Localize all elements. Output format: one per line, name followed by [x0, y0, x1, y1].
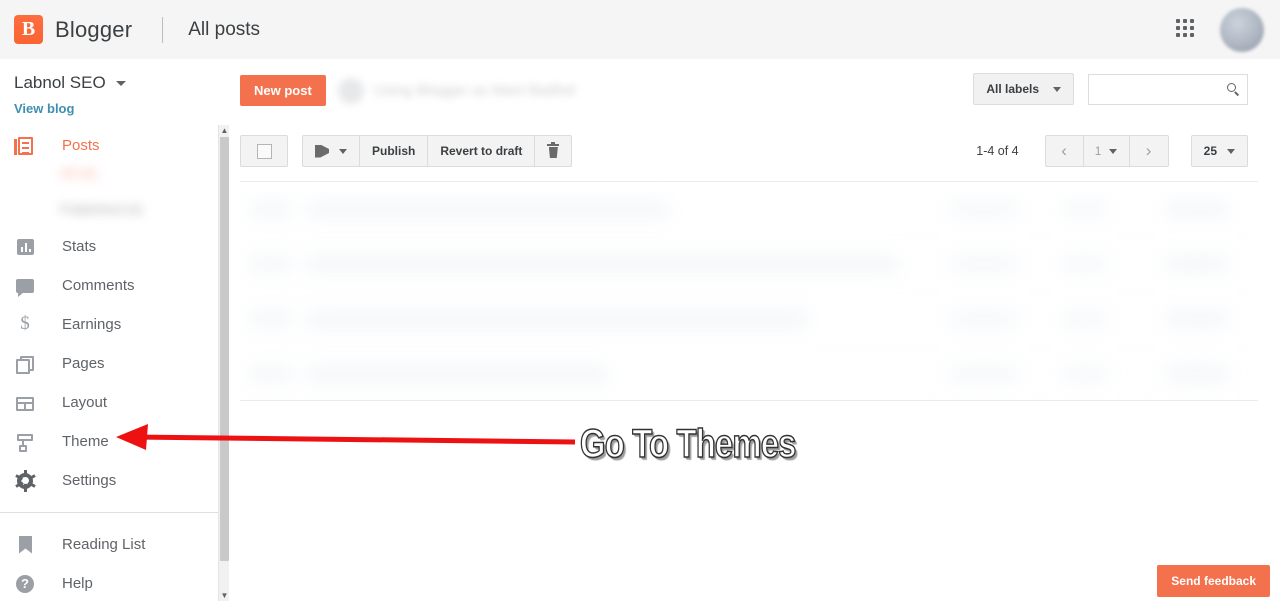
sidebar-item-settings[interactable]: Settings	[0, 461, 218, 500]
settings-icon	[14, 469, 36, 492]
sidebar-item-layout[interactable]: Layout	[0, 383, 218, 422]
brand-name-label: Blogger	[55, 16, 133, 42]
sidebar-item-stats[interactable]: Stats	[0, 227, 218, 266]
sidebar-item-help[interactable]: ? Help	[0, 564, 218, 601]
table-row[interactable]	[240, 347, 1258, 400]
checkbox-icon	[256, 143, 272, 159]
label-dropdown-button[interactable]	[303, 136, 360, 166]
primary-toolbar: New post Using Blogger as Mani Badhel	[240, 75, 576, 106]
sidebar-item-label: Help	[62, 575, 93, 592]
annotation-text: Go To Themes	[579, 422, 797, 466]
per-page-dropdown[interactable]: 25	[1190, 135, 1248, 167]
avatar	[337, 77, 364, 104]
search-input[interactable]	[1089, 81, 1280, 97]
next-page-button[interactable]: ›	[1130, 136, 1168, 166]
pages-icon	[14, 353, 36, 375]
sidebar-item-reading-list[interactable]: Reading List	[0, 525, 218, 564]
previous-page-button[interactable]: ‹	[1046, 136, 1084, 166]
delete-button[interactable]	[535, 136, 571, 166]
sidebar-item-pages[interactable]: Pages	[0, 344, 218, 383]
all-labels-dropdown[interactable]: All labels	[973, 73, 1074, 105]
labels-and-search-group: All labels	[973, 73, 1280, 105]
posts-table-blurred-content	[240, 182, 1258, 400]
sidebar-divider	[0, 512, 218, 513]
apps-grid-icon[interactable]	[1176, 18, 1198, 41]
page-title: All posts	[188, 18, 261, 40]
stats-icon	[14, 236, 36, 258]
sidebar-item-label: Theme	[62, 433, 109, 450]
submenu-item-published[interactable]: Published (4)	[60, 201, 200, 217]
sidebar-item-posts[interactable]: Posts	[0, 126, 218, 165]
pager: ‹ 1 ›	[1044, 135, 1169, 167]
left-sidebar: Labnol SEO View blog Posts All (4) Publi…	[0, 59, 218, 601]
scroll-up-arrow-icon[interactable]: ▲	[219, 125, 230, 136]
scroll-down-arrow-icon[interactable]: ▼	[219, 590, 230, 601]
pagination-group: 1-4 of 4 ‹ 1 › 25	[976, 135, 1248, 167]
layout-icon	[14, 392, 36, 414]
view-blog-link[interactable]: View blog	[14, 101, 218, 116]
per-page-label: 25	[1203, 144, 1217, 158]
table-row[interactable]	[240, 292, 1258, 347]
table-row[interactable]	[240, 182, 1258, 237]
help-icon: ?	[14, 573, 36, 595]
theme-icon	[14, 431, 36, 453]
publish-button[interactable]: Publish	[360, 136, 429, 166]
sidebar-item-label: Earnings	[62, 316, 122, 333]
blogger-app-window: B Blogger All posts Labnol SEO View blog…	[0, 0, 1280, 601]
blog-selector[interactable]: Labnol SEO	[14, 73, 218, 93]
sidebar-item-label: Posts	[62, 137, 100, 154]
header-divider	[162, 16, 164, 43]
sidebar-item-theme[interactable]: Theme	[0, 422, 218, 461]
blogger-brand[interactable]: B Blogger	[14, 15, 132, 44]
header-right-group	[1176, 7, 1264, 52]
chevron-down-icon	[1109, 148, 1118, 154]
comments-icon	[14, 275, 36, 297]
sidebar-item-label: Reading List	[62, 536, 146, 553]
scrollbar-thumb[interactable]	[220, 137, 229, 561]
new-post-button[interactable]: New post	[240, 75, 326, 106]
search-box[interactable]	[1088, 73, 1280, 105]
bulk-actions-group: Publish Revert to draft	[240, 135, 573, 167]
chevron-down-icon	[115, 80, 126, 86]
sidebar-item-comments[interactable]: Comments	[0, 266, 218, 305]
send-feedback-button[interactable]: Send feedback	[1157, 565, 1270, 597]
bookmark-icon	[14, 534, 36, 556]
main-content: New post Using Blogger as Mani Badhel Al…	[230, 59, 1280, 601]
result-count-label: 1-4 of 4	[976, 144, 1019, 158]
blurred-account-banner: Using Blogger as Mani Badhel	[337, 77, 576, 104]
table-row[interactable]	[240, 237, 1258, 292]
select-all-checkbox[interactable]	[240, 135, 288, 167]
sidebar-item-label: Pages	[62, 355, 105, 372]
trash-icon	[547, 142, 560, 158]
sidebar-item-earnings[interactable]: $ Earnings	[0, 305, 218, 344]
page-number-dropdown[interactable]: 1	[1084, 136, 1130, 166]
user-avatar[interactable]	[1220, 7, 1264, 52]
search-icon[interactable]	[1227, 82, 1240, 96]
sidebar-item-label: Stats	[62, 238, 97, 255]
chevron-down-icon	[339, 148, 347, 154]
top-header-bar: B Blogger All posts	[0, 0, 1280, 59]
submenu-item-all[interactable]: All (4)	[60, 165, 200, 181]
blurred-banner-text: Using Blogger as Mani Badhel	[373, 82, 576, 99]
page-number-label: 1	[1094, 144, 1102, 158]
posts-icon	[14, 135, 36, 157]
post-actions-group: Publish Revert to draft	[302, 135, 573, 167]
sidebar-scrollbar[interactable]: ▲ ▼	[218, 125, 229, 601]
posts-submenu[interactable]: All (4) Published (4)	[60, 165, 200, 227]
sidebar-nav: Posts All (4) Published (4) Stats Commen…	[0, 126, 218, 601]
secondary-toolbar: Publish Revert to draft 1-4 of 4 ‹ 1 › 2…	[240, 135, 1270, 167]
chevron-down-icon	[1227, 148, 1235, 154]
sidebar-item-label: Layout	[62, 394, 108, 411]
posts-table[interactable]	[240, 181, 1258, 401]
revert-to-draft-button[interactable]: Revert to draft	[428, 136, 536, 166]
label-tag-icon	[315, 145, 329, 158]
sidebar-item-label: Comments	[62, 277, 135, 294]
chevron-down-icon	[1053, 86, 1061, 92]
blogger-logo-icon: B	[14, 15, 43, 44]
all-labels-label: All labels	[986, 82, 1039, 96]
blog-name-label: Labnol SEO	[14, 73, 106, 92]
earnings-icon: $	[20, 312, 30, 334]
sidebar-item-label: Settings	[62, 472, 117, 489]
